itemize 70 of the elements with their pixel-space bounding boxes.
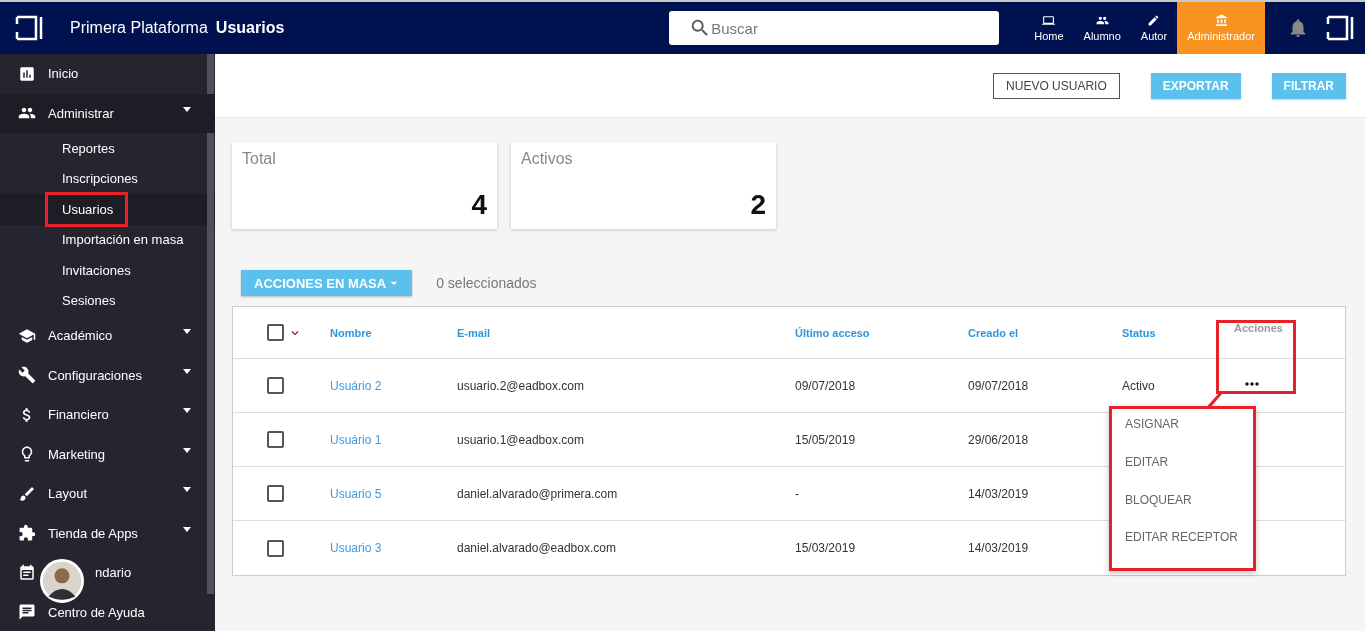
menu-item-icon	[18, 563, 36, 582]
date-cell: -	[795, 486, 799, 501]
caret-icon	[183, 106, 191, 112]
date-cell: 14/03/2019	[968, 541, 1029, 555]
stat-value: 4	[471, 189, 487, 221]
status-cell: Activo	[1122, 378, 1155, 393]
menu-item-icon	[18, 603, 36, 622]
logo-icon[interactable]	[14, 15, 44, 41]
date-cell: 14/03/2019	[968, 486, 1029, 501]
toolbar-button[interactable]: NUEVO USUARIO	[993, 72, 1120, 99]
date-cell: 15/03/2019	[795, 541, 856, 555]
selection-count: 0 seleccionados	[436, 275, 537, 291]
date-cell: 09/07/2018	[795, 378, 856, 393]
caret-icon	[183, 487, 191, 492]
submenu-item[interactable]: Reportes	[62, 134, 123, 162]
email-cell: daniel.alvarado@primera.com	[457, 486, 618, 501]
stat-label: Total	[242, 150, 276, 168]
submenu-item[interactable]: Sesiones	[62, 287, 124, 315]
sidebar-item[interactable]: Centro de Ayuda	[48, 604, 145, 620]
nav-tab[interactable]: Alumno	[1073, 2, 1131, 54]
checkbox[interactable]	[267, 377, 284, 394]
sidebar-item[interactable]: Administrar	[0, 93, 215, 133]
menu-item[interactable]: BLOQUEAR	[1125, 492, 1253, 531]
stat-value: 2	[750, 189, 766, 221]
menu-item[interactable]: EDITAR RECEPTOR	[1125, 530, 1253, 568]
checkbox[interactable]	[267, 485, 284, 502]
menu-item-icon	[18, 484, 36, 503]
sidebar-item[interactable]: Layout	[48, 486, 88, 502]
sidebar-item[interactable]: Financiero	[48, 407, 109, 423]
menu-item-icon	[18, 64, 36, 83]
avatar	[40, 558, 84, 603]
menu-item[interactable]: EDITAR	[1125, 454, 1253, 493]
people-icon	[1095, 14, 1109, 27]
nav-tab[interactable]: Home	[1024, 2, 1074, 54]
caret-icon	[183, 526, 191, 532]
submenu-item[interactable]: Invitaciones	[62, 256, 139, 284]
date-cell: 29/06/2018	[968, 432, 1029, 447]
brand-name: Primera Plataforma	[70, 19, 208, 37]
sidebar-item[interactable]: Académico	[48, 328, 113, 344]
menu-item[interactable]: ASIGNAR	[1125, 417, 1253, 455]
caret-icon	[183, 368, 191, 374]
checkbox[interactable]	[267, 324, 284, 341]
search-field[interactable]: Buscar	[669, 11, 1000, 45]
email-cell: daniel.alvarado@eadbox.com	[457, 541, 616, 555]
panel-toggle-icon[interactable]	[1325, 15, 1355, 41]
email-cell: usuario.2@eadbox.com	[457, 378, 584, 393]
sidebar-item[interactable]: Marketing	[48, 446, 106, 462]
page-title: Usuarios	[215, 19, 285, 37]
sidebar-item[interactable]: Configuraciones	[48, 367, 142, 383]
stat-label: Activos	[521, 150, 573, 168]
caret-icon	[183, 329, 191, 334]
sidebar-item[interactable]: Tienda de Apps	[48, 525, 138, 541]
date-cell: 09/07/2018	[968, 378, 1029, 393]
submenu-item[interactable]: Inscripciones	[62, 165, 146, 193]
sidebar-item[interactable]: Inicio	[48, 66, 79, 82]
submenu-item[interactable]: Importación en masa	[62, 226, 192, 254]
email-cell: usuario.1@eadbox.com	[457, 432, 584, 447]
menu-item-icon	[18, 366, 36, 385]
bank-icon	[1214, 14, 1228, 27]
checkbox[interactable]	[267, 431, 284, 448]
sidebar-item[interactable]: ndario	[95, 565, 132, 581]
pencil-icon	[1147, 14, 1161, 27]
checkbox[interactable]	[267, 539, 284, 557]
scrollbar[interactable]	[207, 54, 214, 594]
date-cell: 15/05/2019	[795, 432, 856, 447]
nav-tab[interactable]: Autor	[1130, 2, 1178, 54]
caret-icon	[183, 408, 191, 413]
laptop-icon	[1042, 14, 1056, 27]
menu-item-icon	[18, 524, 36, 543]
caret-icon	[183, 447, 191, 453]
